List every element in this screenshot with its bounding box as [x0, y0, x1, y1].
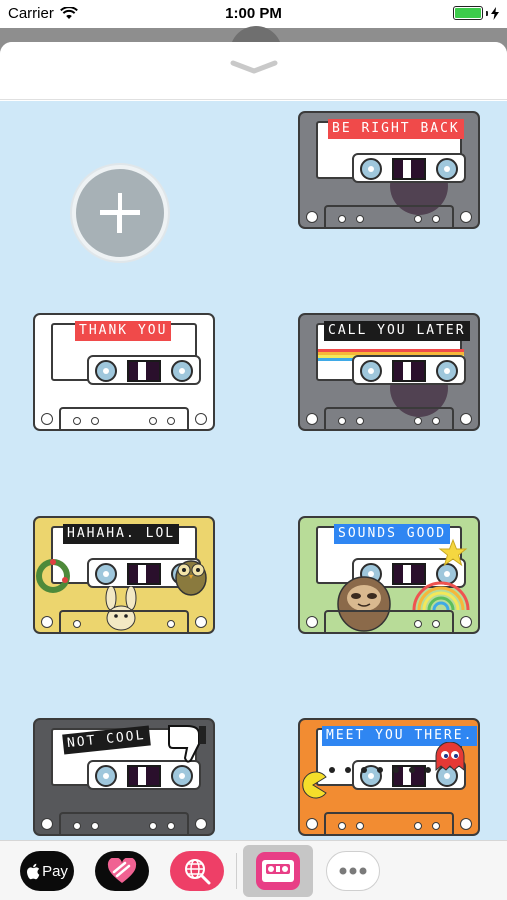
- cassette-label: THANK YOU: [51, 321, 201, 385]
- star-icon: [438, 538, 468, 567]
- sticker-thank-you[interactable]: THANK YOU: [33, 313, 215, 431]
- sticker-grid: BE RIGHT BACK THANK YOU CALL YOU LATER H…: [0, 101, 507, 840]
- reel-left: [360, 158, 382, 180]
- more-apps-button[interactable]: [326, 851, 380, 891]
- sticker-hahaha-lol[interactable]: HAHAHA. LOL: [33, 516, 215, 634]
- owl-icon: [175, 560, 207, 596]
- drawer-divider: [236, 853, 237, 889]
- battery-indicator: [453, 6, 499, 20]
- sticker-caption: SOUNDS GOOD: [334, 524, 451, 544]
- sticker-be-right-back[interactable]: BE RIGHT BACK: [298, 111, 480, 229]
- sticker-caption: HAHAHA. LOL: [63, 524, 180, 544]
- cassette-app-icon: [256, 852, 300, 890]
- sheet-header: [0, 42, 507, 100]
- sticker-caption: NOT COOL: [62, 725, 151, 755]
- status-time: 1:00 PM: [225, 5, 282, 22]
- tape-window: [87, 355, 201, 385]
- charging-bolt-icon: [491, 6, 499, 20]
- status-bar: Carrier 1:00 PM: [0, 0, 507, 28]
- heart-icon: [107, 858, 137, 883]
- sticker-meet-you-there[interactable]: MEET YOU THERE.: [298, 718, 480, 836]
- wreath-icon: [36, 559, 70, 593]
- tape-window: [352, 153, 466, 183]
- collapse-chevron-icon[interactable]: [229, 60, 279, 74]
- tape-window: [352, 355, 466, 385]
- images-search-button[interactable]: [170, 851, 224, 891]
- ghost-icon: [435, 742, 465, 772]
- thumbs-down-icon: [168, 725, 206, 763]
- sticker-app-sheet: BE RIGHT BACK THANK YOU CALL YOU LATER H…: [0, 42, 507, 840]
- apple-icon: [27, 863, 40, 879]
- sticker-caption: CALL YOU LATER: [324, 321, 470, 341]
- sticker-caption: THANK YOU: [75, 321, 172, 341]
- add-sticker-button[interactable]: [72, 165, 168, 261]
- cassette-sticker-app-button[interactable]: [243, 845, 313, 897]
- apple-pay-button[interactable]: Pay: [20, 851, 74, 891]
- rainbow-icon: [412, 581, 470, 611]
- plus-icon: [100, 193, 140, 233]
- apple-pay-label: Pay: [42, 862, 68, 880]
- cassette-label: BE RIGHT BACK: [316, 119, 466, 183]
- sticker-not-cool[interactable]: NOT COOL: [33, 718, 215, 836]
- sticker-caption: BE RIGHT BACK: [328, 119, 464, 139]
- reel-right: [436, 158, 458, 180]
- digital-touch-button[interactable]: [95, 851, 149, 891]
- globe-search-icon: [185, 859, 211, 885]
- sticker-call-you-later[interactable]: CALL YOU LATER: [298, 313, 480, 431]
- battery-icon: [453, 6, 483, 20]
- imessage-app-drawer: Pay: [0, 840, 507, 900]
- pacman-icon: [302, 771, 327, 799]
- ellipsis-icon: [339, 867, 367, 875]
- sticker-sounds-good[interactable]: SOUNDS GOOD: [298, 516, 480, 634]
- cassette-label: CALL YOU LATER: [316, 321, 470, 385]
